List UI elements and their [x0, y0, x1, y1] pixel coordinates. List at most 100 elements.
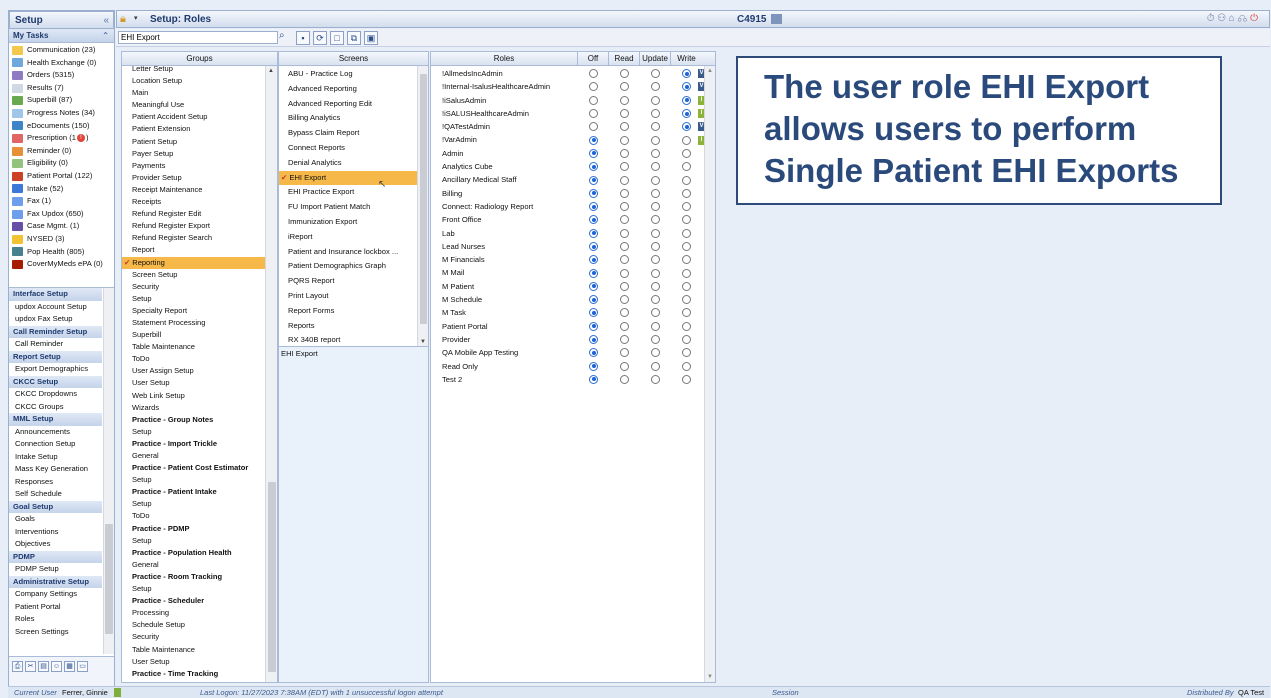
role-update-radio[interactable]	[651, 361, 660, 371]
role-read-radio[interactable]	[620, 281, 629, 291]
scroll-up-icon[interactable]: ▲	[707, 68, 713, 74]
my-tasks-header[interactable]: My Tasks ⌃	[9, 29, 114, 43]
group-item[interactable]: Setup	[122, 535, 265, 547]
role-read-radio[interactable]	[620, 122, 629, 132]
role-update-radio[interactable]	[651, 162, 660, 172]
screen-item[interactable]: Patient and Insurance lockbox ...	[279, 245, 417, 260]
role-read-radio[interactable]	[620, 308, 629, 318]
save-icon[interactable]: ▪	[296, 31, 310, 45]
group-item[interactable]: Schedule Setup	[122, 619, 265, 631]
screens-scrollbar[interactable]: ▼	[417, 66, 428, 346]
screen-item[interactable]: Immunization Export	[279, 215, 417, 230]
role-update-radio[interactable]	[651, 148, 660, 158]
role-read-radio[interactable]	[620, 255, 629, 265]
setup-link[interactable]: Intake Setup	[9, 451, 102, 464]
setup-link[interactable]: Connection Setup	[9, 438, 102, 451]
role-off-radio[interactable]	[589, 162, 598, 172]
group-item[interactable]: Practice - Population Health	[122, 547, 265, 559]
role-read-radio[interactable]	[620, 188, 629, 198]
role-read-radio[interactable]	[620, 109, 629, 119]
group-item[interactable]: Security	[122, 631, 265, 643]
group-item[interactable]: Practice - Time Tracking	[122, 668, 265, 679]
screen-item[interactable]: Print Layout	[279, 289, 417, 304]
setup-section-header[interactable]: Administrative Setup	[9, 575, 102, 588]
printer-icon[interactable]: ⎙	[12, 661, 23, 672]
group-item[interactable]: ToDo	[122, 353, 265, 365]
role-read-radio[interactable]	[620, 295, 629, 305]
role-off-radio[interactable]	[589, 202, 598, 212]
role-update-radio[interactable]	[651, 374, 660, 384]
group-item[interactable]: General	[122, 450, 265, 462]
role-write-radio[interactable]	[682, 188, 691, 198]
chevron-down-icon[interactable]: ▾	[134, 14, 138, 22]
role-read-radio[interactable]	[620, 374, 629, 384]
scrollbar-thumb[interactable]	[420, 74, 427, 324]
group-item[interactable]: Patient Extension	[122, 123, 265, 135]
task-item[interactable]: Fax Updox (650)	[9, 208, 114, 221]
group-item[interactable]: Screen Setup	[122, 269, 265, 281]
monitor-icon[interactable]: ▭	[77, 661, 88, 672]
role-off-radio[interactable]	[589, 255, 598, 265]
group-item[interactable]: Patient Setup	[122, 136, 265, 148]
screen-item[interactable]: Advanced Reporting Edit	[279, 97, 417, 112]
role-read-radio[interactable]	[620, 361, 629, 371]
setup-link[interactable]: PDMP Setup	[9, 563, 102, 576]
group-item[interactable]: Practice - Patient Intake	[122, 486, 265, 498]
setup-link[interactable]: Self Schedule	[9, 488, 102, 501]
group-item[interactable]: Practice - Group Notes	[122, 414, 265, 426]
role-update-radio[interactable]	[651, 268, 660, 278]
group-item[interactable]: Practice - Room Tracking	[122, 571, 265, 583]
group-item[interactable]: User Assign Setup	[122, 365, 265, 377]
role-off-radio[interactable]	[589, 348, 598, 358]
role-update-radio[interactable]	[651, 215, 660, 225]
headset-icon[interactable]: ☊	[1238, 13, 1250, 24]
setup-link[interactable]: CKCC Dropdowns	[9, 388, 102, 401]
group-item[interactable]: Report	[122, 244, 265, 256]
group-item[interactable]: ✔ Reporting	[122, 256, 265, 269]
role-update-radio[interactable]	[651, 308, 660, 318]
role-write-radio[interactable]	[682, 281, 691, 291]
role-read-radio[interactable]	[620, 69, 629, 79]
role-write-radio[interactable]	[682, 175, 691, 185]
role-update-radio[interactable]	[651, 335, 660, 345]
role-write-radio[interactable]	[682, 268, 691, 278]
role-write-radio[interactable]	[682, 335, 691, 345]
group-item[interactable]: Meaningful Use	[122, 99, 265, 111]
task-item[interactable]: Orders (5315)	[9, 69, 114, 82]
screen-item[interactable]: Billing Analytics	[279, 111, 417, 126]
setup-link[interactable]: Announcements	[9, 426, 102, 439]
task-item[interactable]: Patient Portal (122)	[9, 170, 114, 183]
setup-link[interactable]: CKCC Groups	[9, 401, 102, 414]
role-off-radio[interactable]	[589, 122, 598, 132]
setup-link[interactable]: Goals	[9, 513, 102, 526]
role-update-radio[interactable]	[651, 202, 660, 212]
scroll-up-icon[interactable]: ▲	[268, 68, 274, 74]
role-write-radio[interactable]	[682, 69, 691, 79]
role-write-radio[interactable]	[682, 242, 691, 251]
role-off-radio[interactable]	[589, 374, 598, 384]
setup-link[interactable]: Roles	[9, 613, 102, 626]
setup-section-header[interactable]: MML Setup	[9, 413, 102, 426]
role-off-radio[interactable]	[589, 321, 598, 331]
setup-link[interactable]: updox Account Setup	[9, 301, 102, 314]
tools-icon[interactable]: ✂	[25, 661, 36, 672]
role-off-radio[interactable]	[589, 69, 598, 79]
group-item[interactable]: Web Link Setup	[122, 390, 265, 402]
screen-item[interactable]: Denial Analytics	[279, 156, 417, 171]
task-item[interactable]: Results (7)	[9, 82, 114, 95]
screen-item[interactable]: Report Forms	[279, 304, 417, 319]
role-read-radio[interactable]	[620, 268, 629, 278]
role-write-radio[interactable]	[682, 308, 691, 318]
group-item[interactable]: Wizards	[122, 402, 265, 414]
role-read-radio[interactable]	[620, 82, 629, 92]
group-item[interactable]: Refund Register Edit	[122, 208, 265, 220]
power-icon[interactable]: ⏻	[1250, 13, 1261, 24]
role-read-radio[interactable]	[620, 321, 629, 331]
task-item[interactable]: Fax (1)	[9, 195, 114, 208]
timer-icon[interactable]: ⏱	[1207, 13, 1218, 24]
scroll-down-icon[interactable]: ▼	[707, 674, 713, 680]
group-item[interactable]: User Setup	[122, 377, 265, 389]
setup-section-header[interactable]: Call Reminder Setup	[9, 325, 102, 338]
setup-link[interactable]: Call Reminder	[9, 338, 102, 351]
role-update-radio[interactable]	[651, 228, 660, 238]
